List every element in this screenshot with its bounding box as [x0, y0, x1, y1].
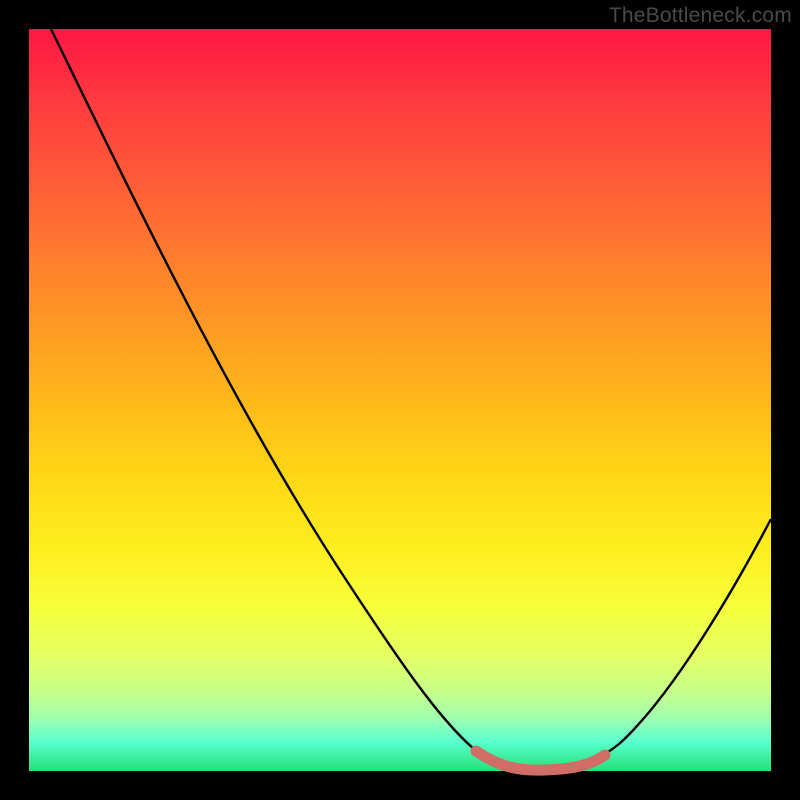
main-curve — [51, 29, 771, 770]
curve-layer — [29, 29, 771, 771]
bottom-highlight-segment — [476, 751, 605, 770]
chart-frame: TheBottleneck.com — [0, 0, 800, 800]
watermark-text: TheBottleneck.com — [609, 4, 792, 28]
